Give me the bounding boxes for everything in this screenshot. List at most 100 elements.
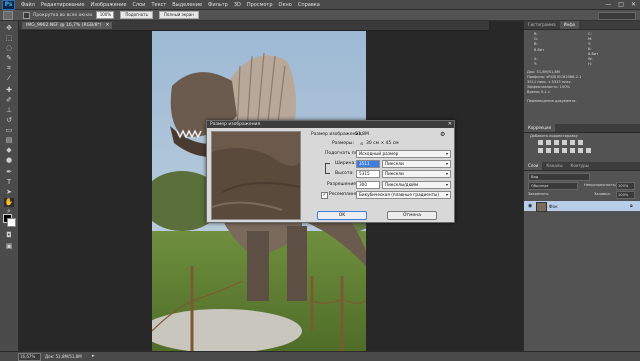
tab-histogram[interactable]: Гистограмма xyxy=(524,21,560,29)
layer-visibility-eye-icon[interactable]: ◉ xyxy=(528,203,532,209)
scroll-all-windows-checkbox[interactable] xyxy=(23,11,30,19)
resample-checkbox[interactable]: ✓ xyxy=(321,192,328,199)
photoshop-logo: Ps xyxy=(2,0,15,10)
status-arrow-icon[interactable]: ▸ xyxy=(92,353,95,359)
layers-tabs: Слои Каналы Контуры xyxy=(524,162,640,171)
dialog-preview[interactable] xyxy=(211,131,301,220)
info-h: H: xyxy=(588,62,592,66)
histogram-info-tabs: Гистограмма Инфо xyxy=(524,21,640,30)
lasso-tool-icon[interactable]: ◌ xyxy=(4,44,14,53)
quick-select-tool-icon[interactable]: ✎ xyxy=(4,54,14,63)
menu-image[interactable]: Изображение xyxy=(90,2,126,8)
info-b: B: xyxy=(534,42,538,46)
menu-bar: Ps Файл Редактирование Изображение Слои … xyxy=(0,0,640,10)
quick-mask-icon[interactable]: ◘ xyxy=(4,231,14,240)
minimize-button[interactable]: — xyxy=(605,1,611,8)
blur-tool-icon[interactable]: ◆ xyxy=(4,146,14,155)
info-k: K: xyxy=(588,47,592,51)
eyedropper-tool-icon[interactable]: ⁄ xyxy=(4,74,14,83)
close-window-button[interactable]: ✕ xyxy=(631,1,636,8)
menu-view[interactable]: Просмотр xyxy=(247,2,273,8)
eraser-tool-icon[interactable]: ▭ xyxy=(4,126,14,135)
gradient-tool-icon[interactable]: ▤ xyxy=(4,136,14,145)
cancel-button[interactable]: Отмена xyxy=(387,211,437,220)
dialog-titlebar[interactable]: Размер изображения ✕ xyxy=(207,121,454,128)
fill-label: Заливка: xyxy=(594,192,611,196)
background-color-swatch[interactable] xyxy=(7,218,16,227)
info-r: R: xyxy=(534,32,538,36)
blend-mode-select[interactable]: Обычные xyxy=(528,182,578,190)
close-tab-icon[interactable]: × xyxy=(105,22,109,29)
layer-kind-label: Вид xyxy=(531,175,539,179)
menu-layers[interactable]: Слои xyxy=(132,2,145,8)
info-efficiency: Эффективность: 100% xyxy=(527,85,570,89)
menu-window[interactable]: Окно xyxy=(279,2,292,8)
height-input[interactable]: 5315 xyxy=(356,170,380,178)
preview-image xyxy=(212,132,300,219)
info-y-coord: Y: xyxy=(534,62,537,66)
right-panels: Гистограмма Инфо R: G: B: 8-бит C: M: Y:… xyxy=(523,21,640,351)
screen-mode-icon[interactable]: ▣ xyxy=(4,242,14,251)
menu-filter[interactable]: Фильтр xyxy=(208,2,228,8)
menu-file[interactable]: Файл xyxy=(21,2,35,8)
clone-stamp-tool-icon[interactable]: ⊥ xyxy=(4,106,14,115)
brush-tool-icon[interactable]: ✐ xyxy=(4,96,14,105)
resample-method-select[interactable]: Бикубическая (плавные градиенты) ▾ xyxy=(356,191,451,199)
opacity-label: Непрозрачность: xyxy=(584,183,617,187)
resolution-unit-chevron-down-icon: ▾ xyxy=(445,182,448,187)
dimensions-value: 30 см × 45 см xyxy=(366,141,399,146)
document-tab[interactable]: IMG_9962.NEF @ 16,7% (RGB/8*) × xyxy=(22,22,112,29)
resolution-unit-select[interactable]: Пикселы/дюйм ▾ xyxy=(382,181,451,189)
dimensions-dropdown-icon[interactable]: ⊙ xyxy=(360,141,363,146)
crop-tool-icon[interactable]: ⌗ xyxy=(4,64,14,73)
move-tool-icon[interactable]: ✥ xyxy=(4,24,14,33)
dialog-settings-gear-icon[interactable]: ⚙ xyxy=(440,131,445,138)
history-brush-tool-icon[interactable]: ↺ xyxy=(4,116,14,125)
width-input[interactable]: 3511 xyxy=(356,160,380,168)
width-unit-select[interactable]: Пиксели ▾ xyxy=(382,160,451,168)
menu-type[interactable]: Текст xyxy=(151,2,166,8)
resolution-input[interactable]: 300 xyxy=(356,181,380,189)
fit-to-value: Исходный размер xyxy=(359,151,399,156)
dialog-close-icon[interactable]: ✕ xyxy=(448,121,452,128)
height-unit-select[interactable]: Пиксели ▾ xyxy=(382,170,451,178)
hand-tool-preset-icon[interactable] xyxy=(3,10,13,20)
info-g: G: xyxy=(534,37,538,41)
fit-to-select[interactable]: Исходный размер ▾ xyxy=(356,150,451,158)
tab-channels[interactable]: Каналы xyxy=(542,162,566,170)
layer-row-background[interactable]: ◉ Фон 🔒︎ xyxy=(524,201,640,212)
width-label: Ширина: xyxy=(335,161,356,166)
constrain-chain-icon[interactable] xyxy=(325,163,330,174)
fit-screen-button[interactable]: Подогнать xyxy=(120,11,153,19)
resample-method-value: Бикубическая (плавные градиенты) xyxy=(359,192,439,197)
dodge-tool-icon[interactable]: ● xyxy=(4,156,14,165)
menu-select[interactable]: Выделение xyxy=(172,2,202,8)
width-unit-chevron-down-icon: ▾ xyxy=(445,161,448,166)
info-hint: Перемещение документа. xyxy=(527,99,577,103)
options-bar: Прокрутка во всех окнах 100% Подогнать П… xyxy=(0,10,640,21)
menu-edit[interactable]: Редактирование xyxy=(41,2,85,8)
tab-adjustments[interactable]: Коррекция xyxy=(524,124,555,132)
layer-kind-filter[interactable]: Вид xyxy=(528,173,590,181)
healing-brush-tool-icon[interactable]: ✚ xyxy=(4,86,14,95)
lock-label: Закрепить: xyxy=(528,192,550,196)
menu-3d[interactable]: 3D xyxy=(234,2,241,8)
layer-thumbnail xyxy=(536,202,547,212)
hand-tool-icon[interactable]: ✋ xyxy=(4,198,14,207)
adjustment-icons xyxy=(538,140,600,156)
path-select-tool-icon[interactable]: ➤ xyxy=(4,188,14,197)
ok-button[interactable]: OK xyxy=(317,211,367,220)
zoom-100-button[interactable]: 100% xyxy=(96,11,115,19)
workspace-select[interactable] xyxy=(598,12,636,20)
tab-info[interactable]: Инфо xyxy=(559,21,580,29)
menu-help[interactable]: Справка xyxy=(298,2,320,8)
maximize-button[interactable]: □ xyxy=(618,1,624,8)
fill-screen-button[interactable]: Полный экран xyxy=(158,11,199,19)
marquee-tool-icon[interactable]: ⬚ xyxy=(4,34,14,43)
tab-paths[interactable]: Контуры xyxy=(566,162,592,170)
fill-field[interactable]: 100% xyxy=(616,191,635,199)
opacity-field[interactable]: 100% xyxy=(616,182,635,190)
tab-layers[interactable]: Слои xyxy=(524,162,543,170)
pen-tool-icon[interactable]: ✒ xyxy=(4,168,14,177)
type-tool-icon[interactable]: T xyxy=(4,178,14,187)
